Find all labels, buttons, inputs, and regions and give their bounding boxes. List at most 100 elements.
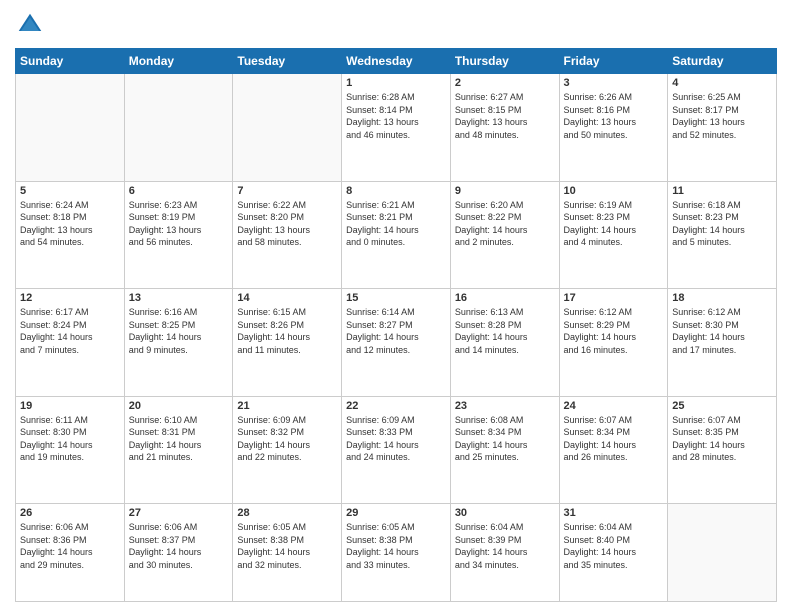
day-info: Sunrise: 6:19 AM Sunset: 8:23 PM Dayligh…: [564, 199, 664, 249]
calendar-cell: 28Sunrise: 6:05 AM Sunset: 8:38 PM Dayli…: [233, 504, 342, 602]
day-info: Sunrise: 6:18 AM Sunset: 8:23 PM Dayligh…: [672, 199, 772, 249]
col-wednesday: Wednesday: [342, 49, 451, 74]
day-info: Sunrise: 6:06 AM Sunset: 8:36 PM Dayligh…: [20, 521, 120, 571]
logo-icon: [15, 10, 45, 40]
calendar-cell: 29 Sunrise: 6:05 AM Sunset: 8:38 PM Dayli…: [342, 504, 451, 602]
calendar-cell: 30 Sunrise: 6:04 AM Sunset: 8:39 PM Dayli…: [450, 504, 559, 602]
calendar-cell: 24 Sunrise: 6:07 AM Sunset: 8:34 PM Dayli…: [559, 396, 668, 504]
day-number: 16: [455, 292, 555, 304]
col-thursday: Thursday: [450, 49, 559, 74]
day-number: 10: [564, 185, 664, 197]
day-number: 27: [129, 507, 229, 519]
calendar-table: Sunday Monday Tuesday Wednesday Thursday…: [15, 48, 777, 602]
day-info: Sunrise: 6:12 AM Sunset: 8:29 PM Dayligh…: [564, 306, 664, 356]
day-number: 19: [20, 400, 120, 412]
day-number: 21: [237, 400, 337, 412]
calendar-cell: 10 Sunrise: 6:19 AM Sunset: 8:23 PM Dayli…: [559, 181, 668, 289]
calendar-week-3: 19 Sunrise: 6:11 AM Sunset: 8:30 PM Dayli…: [16, 396, 777, 504]
day-number: 20: [129, 400, 229, 412]
day-number: 22: [346, 400, 446, 412]
day-number: 15: [346, 292, 446, 304]
calendar-body: 1Sunrise: 6:28 AM Sunset: 8:14 PM Daylig…: [16, 74, 777, 602]
col-monday: Monday: [124, 49, 233, 74]
day-number: 14: [237, 292, 337, 304]
calendar-cell: 16 Sunrise: 6:13 AM Sunset: 8:28 PM Dayli…: [450, 289, 559, 397]
day-info: Sunrise: 6:17 AM Sunset: 8:24 PM Dayligh…: [20, 306, 120, 356]
day-number: 24: [564, 400, 664, 412]
calendar-cell: 7Sunrise: 6:22 AM Sunset: 8:20 PM Daylig…: [233, 181, 342, 289]
day-number: 3: [564, 77, 664, 89]
calendar-cell: 17 Sunrise: 6:12 AM Sunset: 8:29 PM Dayli…: [559, 289, 668, 397]
calendar-header: Sunday Monday Tuesday Wednesday Thursday…: [16, 49, 777, 74]
day-info: Sunrise: 6:20 AM Sunset: 8:22 PM Dayligh…: [455, 199, 555, 249]
day-info: Sunrise: 6:12 AM Sunset: 8:30 PM Dayligh…: [672, 306, 772, 356]
calendar-cell: 13Sunrise: 6:16 AM Sunset: 8:25 PM Dayli…: [124, 289, 233, 397]
day-info: Sunrise: 6:13 AM Sunset: 8:28 PM Dayligh…: [455, 306, 555, 356]
day-number: 29: [346, 507, 446, 519]
calendar-cell: 19 Sunrise: 6:11 AM Sunset: 8:30 PM Dayli…: [16, 396, 125, 504]
day-info: Sunrise: 6:24 AM Sunset: 8:18 PM Dayligh…: [20, 199, 120, 249]
header-row: Sunday Monday Tuesday Wednesday Thursday…: [16, 49, 777, 74]
day-number: 25: [672, 400, 772, 412]
page: Sunday Monday Tuesday Wednesday Thursday…: [0, 0, 792, 612]
calendar-week-4: 26 Sunrise: 6:06 AM Sunset: 8:36 PM Dayli…: [16, 504, 777, 602]
col-saturday: Saturday: [668, 49, 777, 74]
day-info: Sunrise: 6:27 AM Sunset: 8:15 PM Dayligh…: [455, 91, 555, 141]
day-info: Sunrise: 6:07 AM Sunset: 8:35 PM Dayligh…: [672, 414, 772, 464]
day-info: Sunrise: 6:04 AM Sunset: 8:39 PM Dayligh…: [455, 521, 555, 571]
day-info: Sunrise: 6:11 AM Sunset: 8:30 PM Dayligh…: [20, 414, 120, 464]
calendar-cell: 18Sunrise: 6:12 AM Sunset: 8:30 PM Dayli…: [668, 289, 777, 397]
calendar-cell: 12Sunrise: 6:17 AM Sunset: 8:24 PM Dayli…: [16, 289, 125, 397]
calendar-cell: 26 Sunrise: 6:06 AM Sunset: 8:36 PM Dayli…: [16, 504, 125, 602]
calendar-cell: 15 Sunrise: 6:14 AM Sunset: 8:27 PM Dayli…: [342, 289, 451, 397]
calendar-cell: 11 Sunrise: 6:18 AM Sunset: 8:23 PM Dayli…: [668, 181, 777, 289]
day-info: Sunrise: 6:06 AM Sunset: 8:37 PM Dayligh…: [129, 521, 229, 571]
day-info: Sunrise: 6:23 AM Sunset: 8:19 PM Dayligh…: [129, 199, 229, 249]
day-number: 31: [564, 507, 664, 519]
calendar-cell: 4Sunrise: 6:25 AM Sunset: 8:17 PM Daylig…: [668, 74, 777, 182]
calendar-week-1: 5Sunrise: 6:24 AM Sunset: 8:18 PM Daylig…: [16, 181, 777, 289]
day-info: Sunrise: 6:09 AM Sunset: 8:32 PM Dayligh…: [237, 414, 337, 464]
day-info: Sunrise: 6:21 AM Sunset: 8:21 PM Dayligh…: [346, 199, 446, 249]
day-number: 23: [455, 400, 555, 412]
day-info: Sunrise: 6:04 AM Sunset: 8:40 PM Dayligh…: [564, 521, 664, 571]
day-info: Sunrise: 6:08 AM Sunset: 8:34 PM Dayligh…: [455, 414, 555, 464]
day-number: 17: [564, 292, 664, 304]
day-info: Sunrise: 6:25 AM Sunset: 8:17 PM Dayligh…: [672, 91, 772, 141]
day-number: 1: [346, 77, 446, 89]
calendar-cell: 6 Sunrise: 6:23 AM Sunset: 8:19 PM Daylig…: [124, 181, 233, 289]
calendar-cell: 1Sunrise: 6:28 AM Sunset: 8:14 PM Daylig…: [342, 74, 451, 182]
day-info: Sunrise: 6:14 AM Sunset: 8:27 PM Dayligh…: [346, 306, 446, 356]
calendar-cell: 14Sunrise: 6:15 AM Sunset: 8:26 PM Dayli…: [233, 289, 342, 397]
day-number: 9: [455, 185, 555, 197]
day-number: 6: [129, 185, 229, 197]
calendar-cell: 5Sunrise: 6:24 AM Sunset: 8:18 PM Daylig…: [16, 181, 125, 289]
calendar-cell: 20Sunrise: 6:10 AM Sunset: 8:31 PM Dayli…: [124, 396, 233, 504]
day-number: 26: [20, 507, 120, 519]
calendar-cell: 8Sunrise: 6:21 AM Sunset: 8:21 PM Daylig…: [342, 181, 451, 289]
calendar-cell: [668, 504, 777, 602]
col-friday: Friday: [559, 49, 668, 74]
header: [15, 10, 777, 40]
calendar-cell: 31 Sunrise: 6:04 AM Sunset: 8:40 PM Dayli…: [559, 504, 668, 602]
day-number: 2: [455, 77, 555, 89]
day-info: Sunrise: 6:26 AM Sunset: 8:16 PM Dayligh…: [564, 91, 664, 141]
day-info: Sunrise: 6:05 AM Sunset: 8:38 PM Dayligh…: [237, 521, 337, 571]
calendar-cell: 23 Sunrise: 6:08 AM Sunset: 8:34 PM Dayli…: [450, 396, 559, 504]
calendar-cell: 25 Sunrise: 6:07 AM Sunset: 8:35 PM Dayli…: [668, 396, 777, 504]
calendar-cell: [16, 74, 125, 182]
day-info: Sunrise: 6:05 AM Sunset: 8:38 PM Dayligh…: [346, 521, 446, 571]
calendar-week-0: 1Sunrise: 6:28 AM Sunset: 8:14 PM Daylig…: [16, 74, 777, 182]
calendar-cell: 9 Sunrise: 6:20 AM Sunset: 8:22 PM Daylig…: [450, 181, 559, 289]
calendar-cell: 27 Sunrise: 6:06 AM Sunset: 8:37 PM Dayli…: [124, 504, 233, 602]
day-number: 11: [672, 185, 772, 197]
calendar-cell: 3 Sunrise: 6:26 AM Sunset: 8:16 PM Daylig…: [559, 74, 668, 182]
col-sunday: Sunday: [16, 49, 125, 74]
calendar-week-2: 12Sunrise: 6:17 AM Sunset: 8:24 PM Dayli…: [16, 289, 777, 397]
day-number: 7: [237, 185, 337, 197]
day-info: Sunrise: 6:16 AM Sunset: 8:25 PM Dayligh…: [129, 306, 229, 356]
calendar-cell: 2 Sunrise: 6:27 AM Sunset: 8:15 PM Daylig…: [450, 74, 559, 182]
calendar-cell: 21 Sunrise: 6:09 AM Sunset: 8:32 PM Dayli…: [233, 396, 342, 504]
day-number: 30: [455, 507, 555, 519]
day-info: Sunrise: 6:07 AM Sunset: 8:34 PM Dayligh…: [564, 414, 664, 464]
